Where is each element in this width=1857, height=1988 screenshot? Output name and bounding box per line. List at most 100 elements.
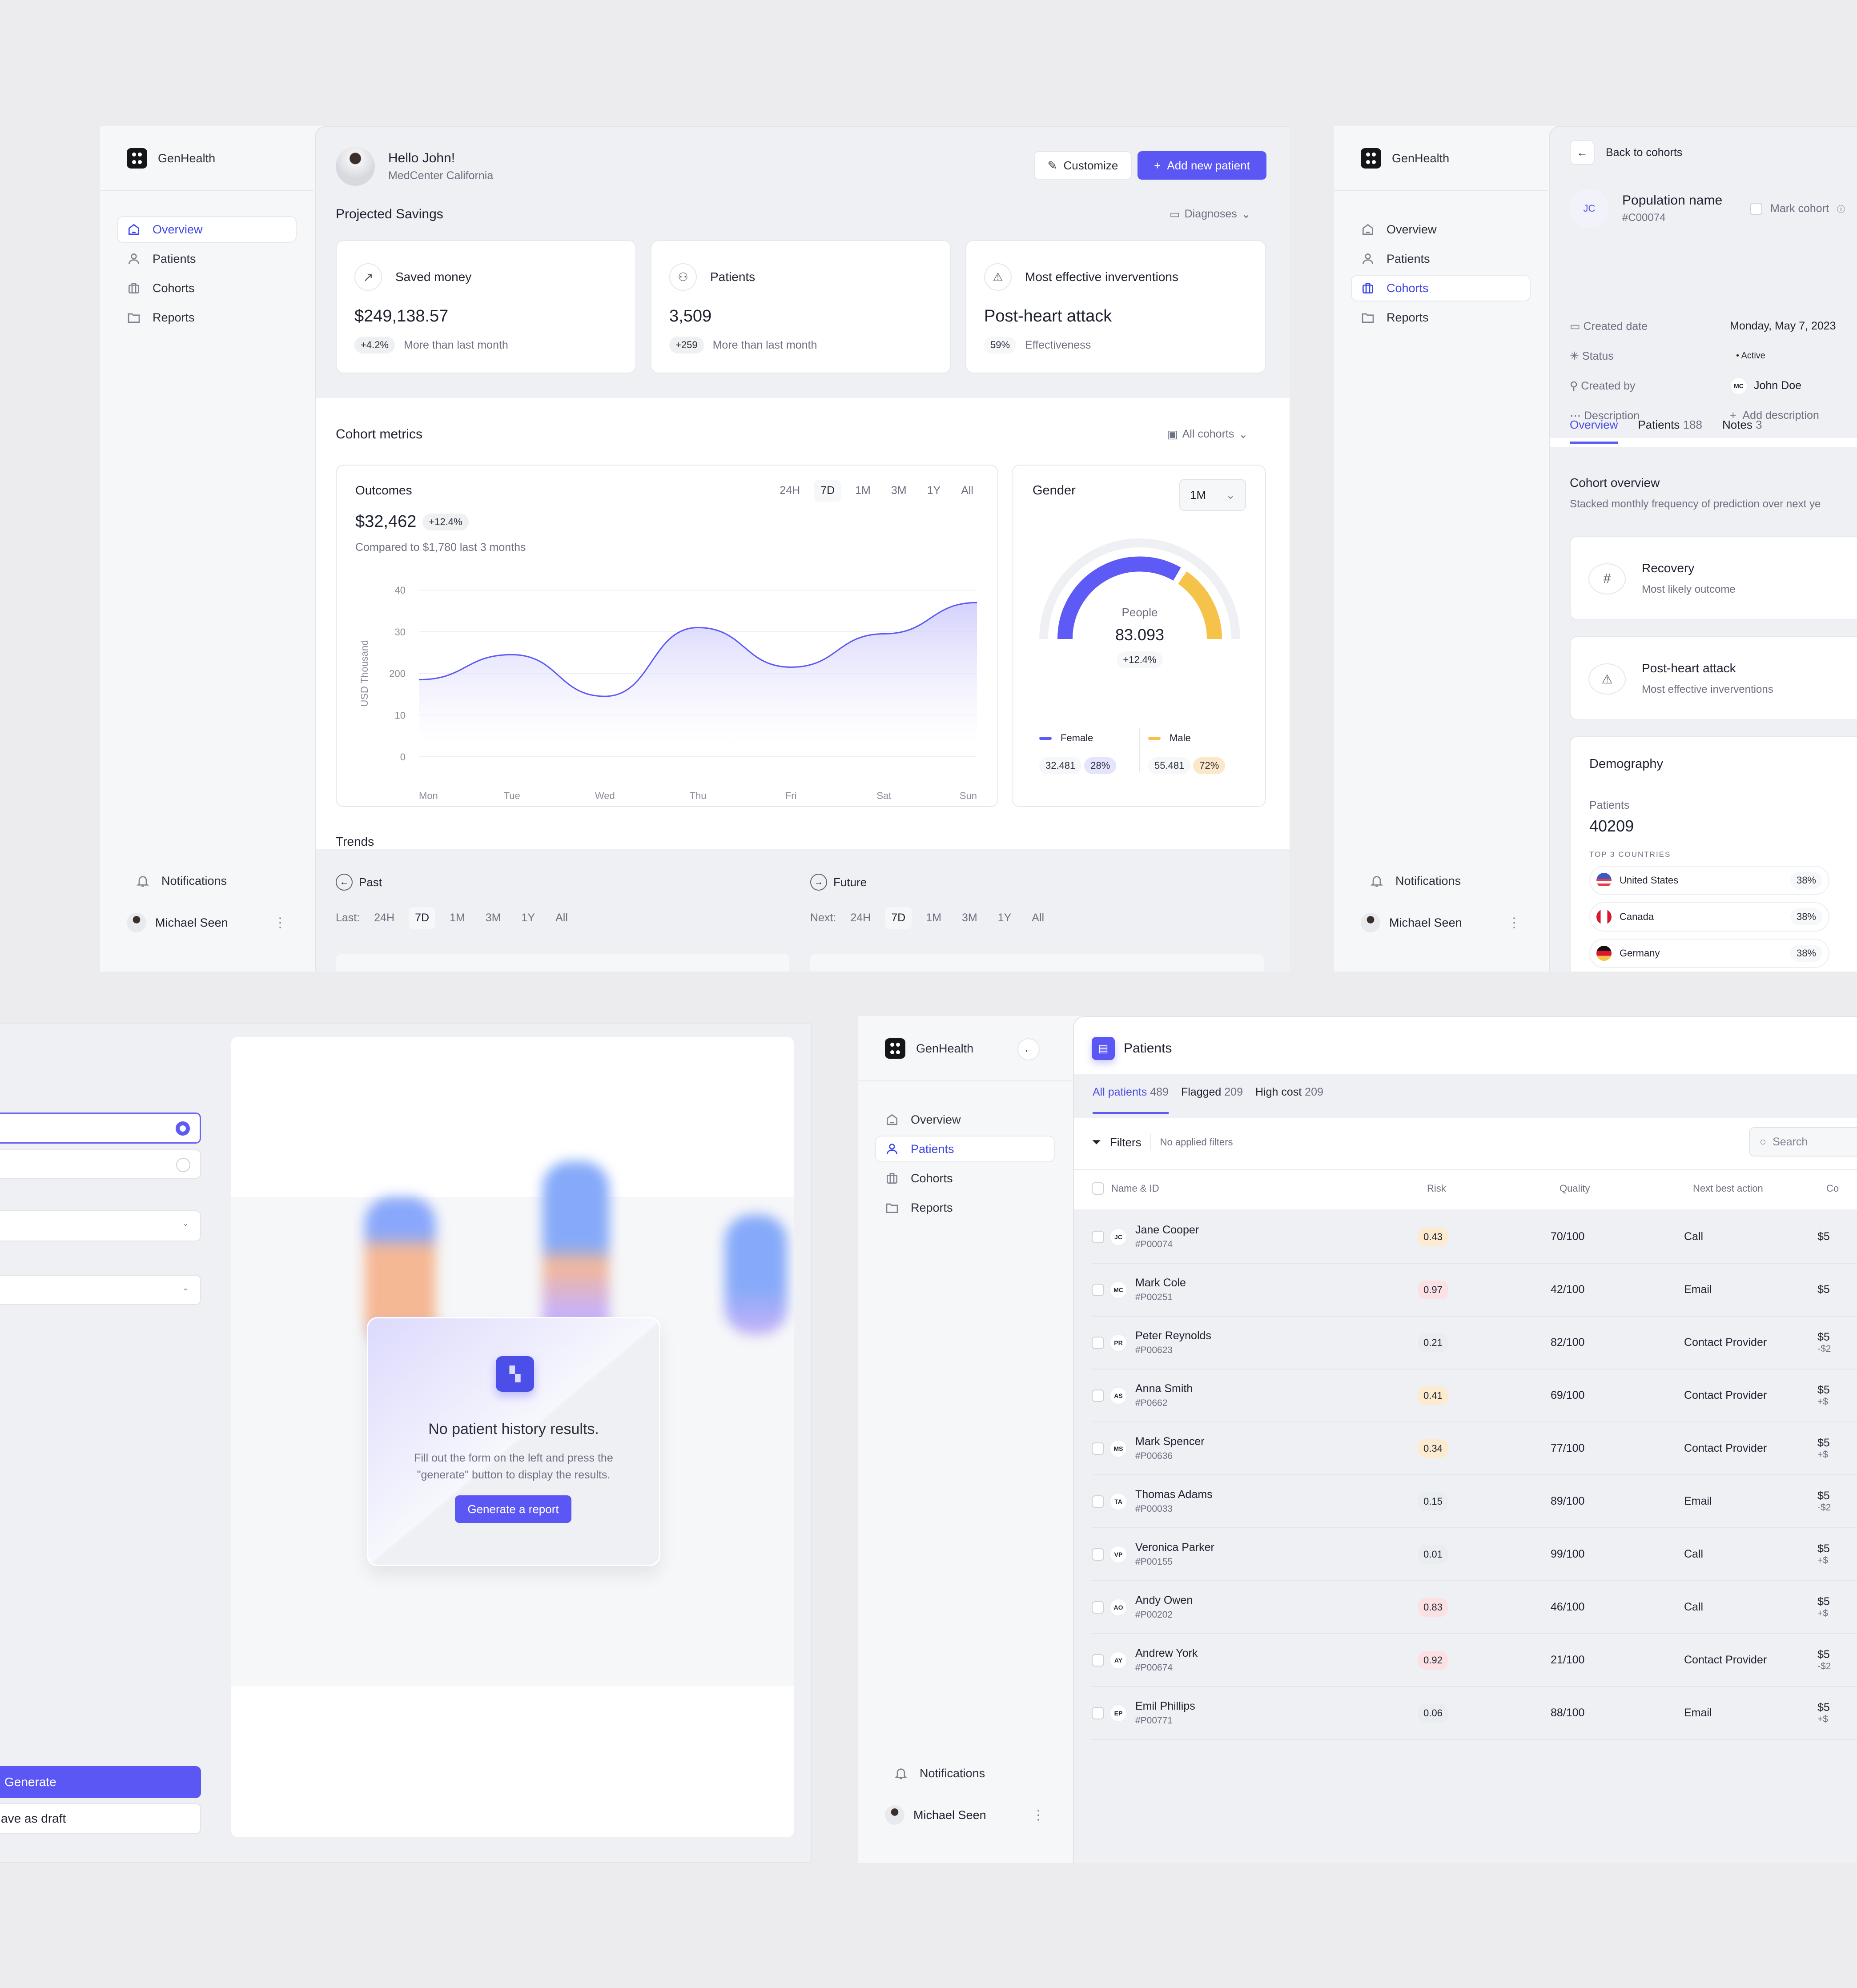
nav-notifications[interactable]: Notifications xyxy=(885,1761,985,1786)
cohort-window: GenHealth Overview Patients Cohorts Repo… xyxy=(1334,126,1857,972)
plus-icon: + xyxy=(1154,158,1161,172)
tab-overview[interactable]: Overview xyxy=(1570,418,1618,444)
nav-overview[interactable]: Overview xyxy=(876,1107,1054,1132)
row-checkbox[interactable] xyxy=(1092,1283,1104,1296)
generate-button[interactable]: Generate xyxy=(0,1766,201,1798)
logo-icon xyxy=(885,1038,905,1059)
table-row[interactable]: TA Thomas Adams #P00033 0.15 89/100 Email $5 -$… xyxy=(1092,1475,1857,1528)
radio-option-selected[interactable] xyxy=(0,1112,201,1144)
stat-card-saved-money: ↗ Saved money $249,138.57 +4.2% More than … xyxy=(336,240,636,374)
diagnoses-dropdown[interactable]: ▭ Diagnoses ⌄ xyxy=(1170,208,1251,221)
risk-badge: 0.34 xyxy=(1418,1439,1448,1458)
quality-score: 69/100 xyxy=(1551,1389,1585,1402)
saved-money-value: $249,138.57 xyxy=(354,307,449,325)
table-row[interactable]: AO Andy Owen #P00202 0.83 46/100 Call $5 +$ xyxy=(1092,1581,1857,1634)
table-row[interactable]: VP Veronica Parker #P00155 0.01 99/100 Call $5… xyxy=(1092,1528,1857,1581)
more-vertical-icon[interactable]: ⋮ xyxy=(1507,915,1521,931)
table-row[interactable]: PR Peter Reynolds #P00623 0.21 82/100 Contact… xyxy=(1092,1317,1857,1370)
table-row[interactable]: MC Mark Cole #P00251 0.97 42/100 Email $5 xyxy=(1092,1264,1857,1317)
add-patient-button[interactable]: + Add new patient xyxy=(1138,151,1266,180)
patient-avatar: EP xyxy=(1109,1704,1127,1722)
row-checkbox[interactable] xyxy=(1092,1548,1104,1561)
filters-button[interactable]: ⏷ Filters No applied filters xyxy=(1092,1133,1233,1151)
row-checkbox[interactable] xyxy=(1092,1495,1104,1508)
nav-notifications[interactable]: Notifications xyxy=(127,868,227,893)
future-range-tabs: Next: 24H 7D 1M 3M 1Y All xyxy=(810,907,1050,929)
more-vertical-icon[interactable]: ⋮ xyxy=(273,915,287,931)
y-tick-label: 10 xyxy=(395,710,406,721)
future-trend-card xyxy=(810,954,1264,972)
patient-name: Andrew York xyxy=(1135,1647,1198,1659)
cohort-id: #C00074 xyxy=(1622,212,1666,224)
radio-option[interactable] xyxy=(0,1149,201,1179)
x-tick-label: Sun xyxy=(960,790,977,801)
quality-score: 88/100 xyxy=(1551,1707,1585,1719)
table-row[interactable]: EP Emil Phillips #P00771 0.06 88/100 Email $5 +… xyxy=(1092,1687,1857,1740)
next-action: Contact Provider xyxy=(1684,1442,1767,1454)
tab-notes[interactable]: Notes 3 xyxy=(1722,418,1762,444)
table-row[interactable]: AS Anna Smith #P0662 0.41 69/100 Contact Prov… xyxy=(1092,1370,1857,1422)
nav-patients[interactable]: Patients xyxy=(1352,246,1530,271)
bell-icon xyxy=(895,1768,907,1779)
arrow-right-circle-icon: → xyxy=(810,874,827,891)
user-profile[interactable]: Michael Seen ⋮ xyxy=(885,1805,1045,1825)
all-cohorts-dropdown[interactable]: ▣ All cohorts ⌄ xyxy=(1167,428,1248,441)
nav-cohorts[interactable]: Cohorts xyxy=(876,1166,1054,1191)
nav-reports[interactable]: Reports xyxy=(876,1195,1054,1220)
collapse-sidebar-button[interactable]: ← xyxy=(1017,1038,1040,1060)
select-field-2[interactable]: ⌄ xyxy=(0,1275,201,1305)
patients-page-icon: ▤ xyxy=(1092,1037,1115,1060)
arrow-left-circle-icon: ← xyxy=(336,874,353,891)
nav-notifications[interactable]: Notifications xyxy=(1361,868,1461,893)
nav-patients[interactable]: Patients xyxy=(118,246,296,271)
patient-id: #P00033 xyxy=(1135,1504,1173,1514)
nav-cohorts[interactable]: Cohorts xyxy=(118,276,296,301)
quality-score: 42/100 xyxy=(1551,1283,1585,1296)
cost-value: $5 xyxy=(1817,1384,1830,1396)
nav-overview[interactable]: Overview xyxy=(118,217,296,242)
table-row[interactable]: MS Mark Spencer #P00636 0.34 77/100 Contact P… xyxy=(1092,1422,1857,1475)
row-checkbox[interactable] xyxy=(1092,1389,1104,1402)
select-all-checkbox[interactable] xyxy=(1092,1182,1104,1195)
row-checkbox[interactable] xyxy=(1092,1707,1104,1719)
patient-id: #P00623 xyxy=(1135,1345,1173,1355)
gauge-total: 83.093 xyxy=(1115,626,1165,644)
row-checkbox[interactable] xyxy=(1092,1654,1104,1667)
back-to-cohorts[interactable]: ← Back to cohorts xyxy=(1570,140,1682,165)
tab-all-patients[interactable]: All patients 489 xyxy=(1093,1086,1169,1114)
nav-cohorts[interactable]: Cohorts xyxy=(1352,276,1530,301)
tab-patients[interactable]: Patients 188 xyxy=(1638,418,1702,444)
app-logo: GenHealth xyxy=(1361,148,1449,169)
nav-overview[interactable]: Overview xyxy=(1352,217,1530,242)
nav-patients[interactable]: Patients xyxy=(876,1137,1054,1161)
table-row[interactable]: AY Andrew York #P00674 0.92 21/100 Contact Pr… xyxy=(1092,1634,1857,1687)
table-row[interactable]: JC Jane Cooper #P00074 0.43 70/100 Call $5 xyxy=(1092,1211,1857,1264)
nav-list: Overview Patients Cohorts Reports xyxy=(1352,217,1530,334)
select-field-1[interactable]: ⌄ xyxy=(0,1210,201,1241)
next-action: Email xyxy=(1684,1707,1712,1719)
search-icon: ○ xyxy=(1760,1135,1767,1148)
row-checkbox[interactable] xyxy=(1092,1601,1104,1614)
demography-card: Demography Patients 40209 TOP 3 COUNTRIE… xyxy=(1570,736,1857,972)
risk-badge: 0.06 xyxy=(1418,1703,1448,1723)
nav-reports[interactable]: Reports xyxy=(118,305,296,330)
user-profile[interactable]: Michael Seen ⋮ xyxy=(1361,913,1521,932)
search-input[interactable]: ○ Search xyxy=(1749,1127,1857,1157)
user-profile[interactable]: Michael Seen ⋮ xyxy=(127,913,287,932)
cost-value: $5 xyxy=(1817,1595,1830,1608)
past-trend-card xyxy=(336,954,789,972)
mark-cohort-checkbox[interactable]: Mark cohort ⓘ xyxy=(1750,202,1845,215)
x-tick-label: Fri xyxy=(785,790,797,801)
tab-high-cost[interactable]: High cost 209 xyxy=(1255,1086,1323,1114)
quality-score: 46/100 xyxy=(1551,1601,1585,1613)
generate-report-button[interactable]: Generate a report xyxy=(455,1495,571,1523)
nav-reports[interactable]: Reports xyxy=(1352,305,1530,330)
more-vertical-icon[interactable]: ⋮ xyxy=(1032,1807,1045,1823)
row-checkbox[interactable] xyxy=(1092,1230,1104,1243)
tab-flagged[interactable]: Flagged 209 xyxy=(1181,1086,1243,1114)
customize-button[interactable]: ✎ Customize xyxy=(1034,151,1132,180)
quality-score: 21/100 xyxy=(1551,1654,1585,1666)
save-draft-button[interactable]: ave as draft xyxy=(0,1803,201,1834)
row-checkbox[interactable] xyxy=(1092,1336,1104,1349)
row-checkbox[interactable] xyxy=(1092,1442,1104,1455)
